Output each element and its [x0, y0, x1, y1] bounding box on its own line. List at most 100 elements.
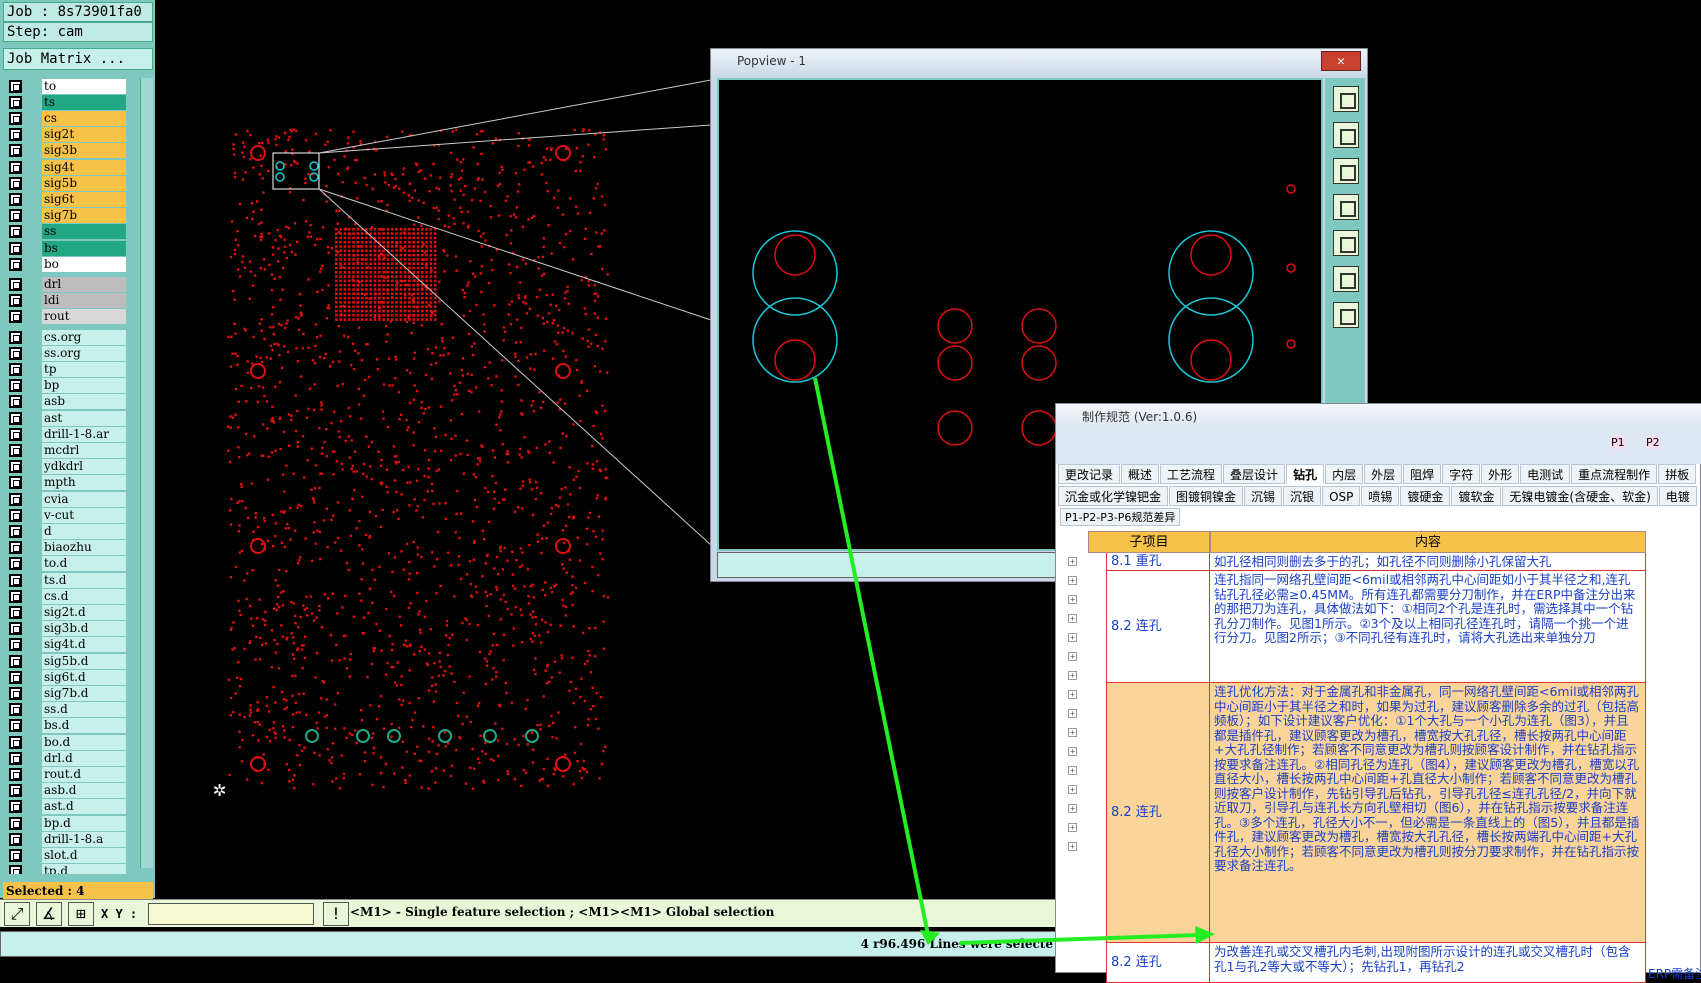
layer-row-sig5b[interactable]: sig5b	[3, 175, 127, 191]
layer-checkbox[interactable]	[9, 160, 22, 174]
row-content[interactable]: 为改善连孔或交叉槽孔内毛刺,出现附图所示设计的连孔或交叉槽孔时（包含孔1与孔2等…	[1210, 943, 1646, 983]
tree-expand-icon[interactable]: +	[1068, 557, 1077, 566]
row-content[interactable]: 如孔径相同则删去多于的孔；如孔径不同则删除小孔保留大孔	[1210, 553, 1646, 571]
layer-checkbox[interactable]	[9, 816, 22, 830]
tab2-8[interactable]: 无镍电镀金(含硬金、软金)	[1502, 486, 1658, 506]
tab2-6[interactable]: 镀硬金	[1400, 486, 1451, 506]
layer-checkbox[interactable]	[9, 144, 22, 158]
layer-row-ss[interactable]: ss	[3, 224, 127, 240]
layer-checkbox[interactable]	[9, 605, 22, 619]
layer-checkbox[interactable]	[9, 686, 22, 700]
tab2-4[interactable]: OSP	[1322, 486, 1361, 506]
layer-checkbox[interactable]	[9, 362, 22, 376]
layer-row-ts.d[interactable]: ts.d	[3, 572, 127, 588]
tree-expand-icon[interactable]: +	[1068, 671, 1077, 680]
layer-row-sig2t[interactable]: sig2t	[3, 127, 127, 143]
layer-name[interactable]: mcdrl	[42, 442, 126, 458]
layer-checkbox[interactable]	[9, 557, 22, 571]
layer-name[interactable]: ydkdrl	[42, 459, 126, 475]
layer-name[interactable]: asb	[42, 394, 126, 410]
tab2-2[interactable]: 沉锡	[1244, 486, 1283, 506]
layer-name[interactable]: ast	[42, 410, 126, 426]
layer-row-sig3b.d[interactable]: sig3b.d	[3, 621, 127, 637]
layer-checkbox[interactable]	[9, 79, 22, 93]
tree-expand-icon[interactable]: +	[1068, 633, 1077, 642]
layer-name[interactable]: cs.d	[42, 588, 126, 604]
layer-name[interactable]: cvia	[42, 491, 126, 507]
tab2-3[interactable]: 沉银	[1283, 486, 1322, 506]
layer-checkbox[interactable]	[9, 524, 22, 538]
layer-row-drl[interactable]: drl	[3, 276, 127, 292]
tree-expand-icon[interactable]: +	[1068, 690, 1077, 699]
layer-name[interactable]: tp	[42, 361, 126, 377]
layer-row-drl.d[interactable]: drl.d	[3, 750, 127, 766]
layer-name[interactable]: sig4t.d	[42, 637, 126, 653]
col-item-header[interactable]: 子项目	[1088, 531, 1210, 553]
layer-name[interactable]: to	[42, 78, 126, 94]
tool-icon[interactable]	[1333, 230, 1359, 256]
layer-name[interactable]: ts	[42, 94, 126, 110]
job-matrix-button[interactable]: Job Matrix ...	[3, 48, 153, 70]
layer-row-sig2t.d[interactable]: sig2t.d	[3, 604, 127, 620]
layer-checkbox[interactable]	[9, 508, 22, 522]
layer-row-rout.d[interactable]: rout.d	[3, 766, 127, 782]
layer-row-tp[interactable]: tp	[3, 361, 127, 377]
layer-checkbox[interactable]	[9, 277, 22, 291]
layer-checkbox[interactable]	[9, 767, 22, 781]
tab2-0[interactable]: 沉金或化学镍钯金	[1058, 486, 1169, 506]
alert-button[interactable]: !	[323, 902, 349, 926]
layer-row-cs[interactable]: cs	[3, 110, 127, 126]
layer-checkbox[interactable]	[9, 128, 22, 142]
page-tag-p2[interactable]: P2	[1646, 436, 1660, 449]
layer-row-tp.d[interactable]: tp.d	[3, 864, 127, 874]
tree-expand-icon[interactable]: +	[1068, 595, 1077, 604]
layer-checkbox[interactable]	[9, 719, 22, 733]
layer-name[interactable]: sig5b	[42, 175, 126, 191]
layer-checkbox[interactable]	[9, 460, 22, 474]
layer-checkbox[interactable]	[9, 241, 22, 255]
sub-tab[interactable]: P1-P2-P3-P6规范差异	[1060, 508, 1181, 526]
layer-name[interactable]: ast.d	[42, 799, 126, 815]
tab-4[interactable]: 钻孔	[1286, 464, 1325, 484]
layer-name[interactable]: ss	[42, 224, 126, 240]
layer-name[interactable]: cs.org	[42, 329, 126, 345]
layer-checkbox[interactable]	[9, 638, 22, 652]
layer-checkbox[interactable]	[9, 294, 22, 308]
layer-checkbox[interactable]	[9, 622, 22, 636]
layer-row-drill-1-8.ar[interactable]: drill-1-8.ar	[3, 426, 127, 442]
layer-row-drill-1-8.a[interactable]: drill-1-8.a	[3, 831, 127, 847]
layer-name[interactable]: cs	[42, 110, 126, 126]
layer-row-d[interactable]: d	[3, 523, 127, 539]
tool-icon[interactable]	[1333, 158, 1359, 184]
tab-3[interactable]: 叠层设计	[1223, 464, 1286, 484]
layer-row-bo[interactable]: bo	[3, 256, 127, 272]
tab-2[interactable]: 工艺流程	[1160, 464, 1223, 484]
layer-checkbox[interactable]	[9, 654, 22, 668]
layer-row-to.d[interactable]: to.d	[3, 556, 127, 572]
tab-10[interactable]: 电测试	[1520, 464, 1571, 484]
xy-input[interactable]	[148, 903, 314, 925]
layer-row-to[interactable]: to	[3, 78, 127, 94]
layer-name[interactable]: asb.d	[42, 783, 126, 799]
layer-row-sig3b[interactable]: sig3b	[3, 143, 127, 159]
measure-button[interactable]: ∡	[36, 902, 62, 926]
tab2-1[interactable]: 图镀铜镍金	[1169, 486, 1244, 506]
tab2-9[interactable]: 电镀	[1658, 486, 1697, 506]
layer-name[interactable]: sig7b.d	[42, 685, 126, 701]
layer-checkbox[interactable]	[9, 111, 22, 125]
layer-row-bs[interactable]: bs	[3, 240, 127, 256]
row-key[interactable]: 8.2 连孔	[1106, 943, 1210, 983]
layer-checkbox[interactable]	[9, 395, 22, 409]
layer-name[interactable]: sig2t	[42, 127, 126, 143]
layer-name[interactable]: ts.d	[42, 572, 126, 588]
layer-checkbox[interactable]	[9, 379, 22, 393]
layer-checkbox[interactable]	[9, 411, 22, 425]
layer-name[interactable]: to.d	[42, 556, 126, 572]
layer-name[interactable]: ss.d	[42, 702, 126, 718]
tab-11[interactable]: 重点流程制作	[1571, 464, 1658, 484]
layer-row-asb[interactable]: asb	[3, 394, 127, 410]
layer-name[interactable]: drill-1-8.ar	[42, 426, 126, 442]
layer-name[interactable]: drl.d	[42, 750, 126, 766]
layer-name[interactable]: bp	[42, 378, 126, 394]
tree-expand-icon[interactable]: +	[1068, 652, 1077, 661]
